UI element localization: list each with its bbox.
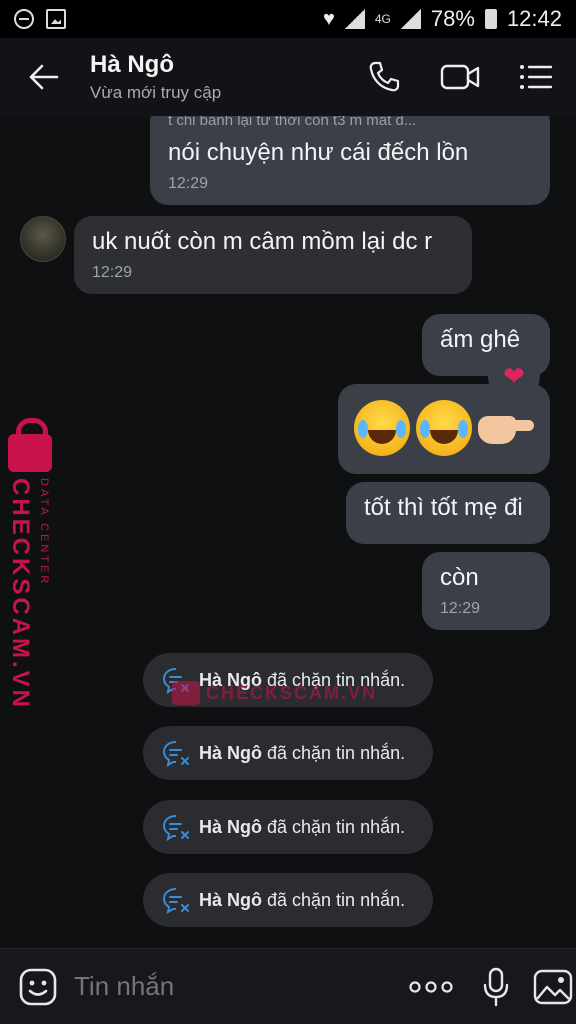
video-camera-icon [440, 64, 480, 90]
do-not-disturb-icon [14, 9, 34, 29]
message-text: uk nuốt còn m câm mồm lại dc r [92, 228, 433, 255]
message-text: còn [440, 564, 479, 591]
message-input[interactable] [74, 971, 409, 1002]
microphone-icon [483, 967, 509, 1006]
contact-name: Hà Ngô [90, 51, 174, 78]
blocked-message-icon [162, 815, 189, 842]
message-bubble-incoming[interactable]: uk nuốt còn m câm mồm lại dc r 12:29 [74, 216, 472, 294]
smiley-sticker-icon [19, 968, 57, 1005]
message-text: tốt thì tốt mẹ đi [364, 494, 523, 521]
message-composer [0, 948, 576, 1024]
watermark-overlay: CHECKSCAM.VN [172, 681, 377, 705]
pointing-hand-emoji-icon [478, 408, 534, 448]
image-gallery-icon [533, 969, 573, 1004]
clock: 12:42 [506, 6, 562, 31]
battery-icon [484, 9, 497, 29]
sticker-button[interactable] [18, 965, 58, 1009]
emoji-message-bubble[interactable] [338, 384, 550, 474]
network-label: 4G [374, 12, 391, 26]
phone-icon [369, 61, 400, 92]
contact-avatar[interactable] [20, 216, 66, 262]
message-time: 12:29 [168, 175, 209, 192]
contact-status: Vừa mới truy cập [90, 83, 222, 102]
contact-title[interactable]: Hà Ngô Vừa mới truy cập [90, 51, 364, 103]
call-button[interactable] [364, 57, 404, 97]
notice-text: đã chặn tin nhắn. [267, 889, 406, 910]
more-dots-icon [409, 980, 453, 993]
notice-text: đã chặn tin nhắn. [267, 816, 406, 837]
list-menu-icon [520, 65, 553, 89]
blocked-message-icon [162, 741, 189, 768]
watermark-brand: CHECKSCAM.VN [206, 682, 378, 703]
lock-logo-icon [172, 681, 200, 705]
blocked-notice: Hà Ngô đã chặn tin nhắn. [143, 800, 433, 854]
back-button[interactable] [22, 55, 66, 99]
notice-text: đã chặn tin nhắn. [267, 742, 406, 763]
blocked-notice: Hà Ngô đã chặn tin nhắn. [143, 873, 433, 927]
message-list[interactable]: CHECKSCAM.VN DATA CENTER t chỉ bảnh lại … [0, 116, 576, 948]
blocked-message-icon [162, 888, 189, 915]
message-bubble-outgoing[interactable]: tốt thì tốt mẹ đi [346, 482, 550, 544]
status-bar: ♥ 4G 78% 12:42 [0, 0, 576, 38]
video-call-button[interactable] [440, 57, 480, 97]
menu-button[interactable] [516, 57, 556, 97]
notice-name: Hà Ngô [199, 889, 262, 910]
tears-of-joy-emoji-icon [416, 400, 472, 456]
voice-record-button[interactable] [483, 965, 509, 1009]
gallery-notification-icon [46, 9, 66, 29]
message-time: 12:29 [440, 600, 481, 617]
message-bubble-outgoing[interactable]: t chỉ bảnh lại từ thời còn t3 m mất d...… [150, 116, 550, 205]
watermark: CHECKSCAM.VN DATA CENTER [6, 418, 66, 710]
back-arrow-icon [29, 64, 59, 90]
message-text: nói chuyện như cái đếch lồn [168, 139, 469, 166]
message-bubble-outgoing[interactable]: còn 12:29 [422, 552, 550, 630]
tears-of-joy-emoji-icon [354, 400, 410, 456]
heart-status-icon: ♥ [323, 7, 335, 30]
chat-header: Hà Ngô Vừa mới truy cập [0, 38, 576, 116]
notice-name: Hà Ngô [199, 816, 262, 837]
quoted-text: t chỉ bảnh lại từ thời còn t3 m mất d... [168, 116, 417, 129]
lock-logo-icon [8, 418, 52, 472]
message-time: 12:29 [92, 264, 133, 281]
more-options-button[interactable] [409, 965, 453, 1009]
battery-percent: 78% [430, 6, 475, 31]
notice-name: Hà Ngô [199, 742, 262, 763]
signal-icon [344, 9, 365, 29]
photo-button[interactable] [533, 965, 573, 1009]
watermark-brand: CHECKSCAM.VN [7, 478, 34, 711]
signal-icon-2 [400, 9, 421, 29]
watermark-sub: DATA CENTER [38, 478, 50, 587]
blocked-notice: Hà Ngô đã chặn tin nhắn. [143, 726, 433, 780]
